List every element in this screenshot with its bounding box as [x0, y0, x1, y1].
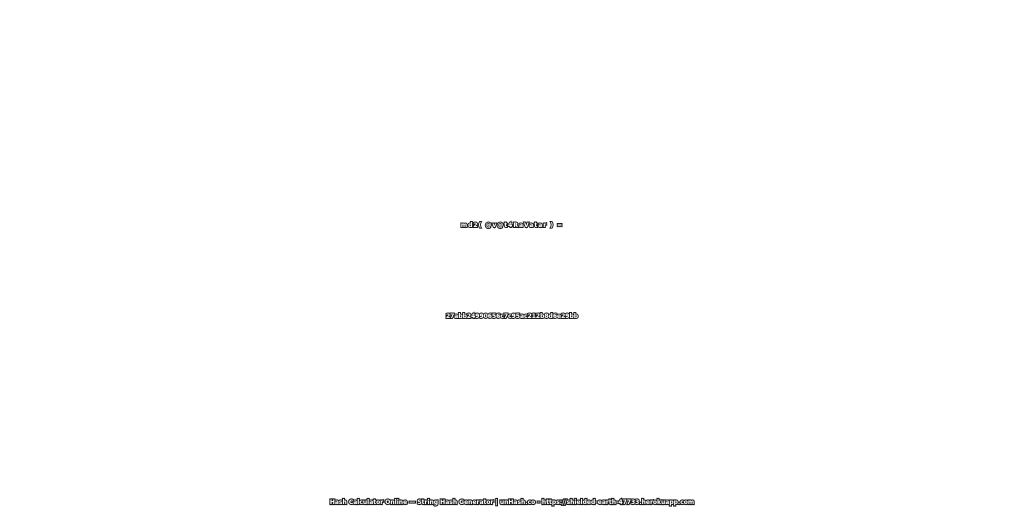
hash-expression: md2( @v@t4RaVatar ) = [460, 221, 564, 230]
footer-attribution: Hash Calculator Online — String Hash Gen… [329, 498, 696, 507]
hash-value: 27abb24990656c7c95ac212b8d6e29bb [445, 312, 579, 321]
hash-result-canvas: md2( @v@t4RaVatar ) = 27abb24990656c7c95… [0, 0, 1024, 512]
